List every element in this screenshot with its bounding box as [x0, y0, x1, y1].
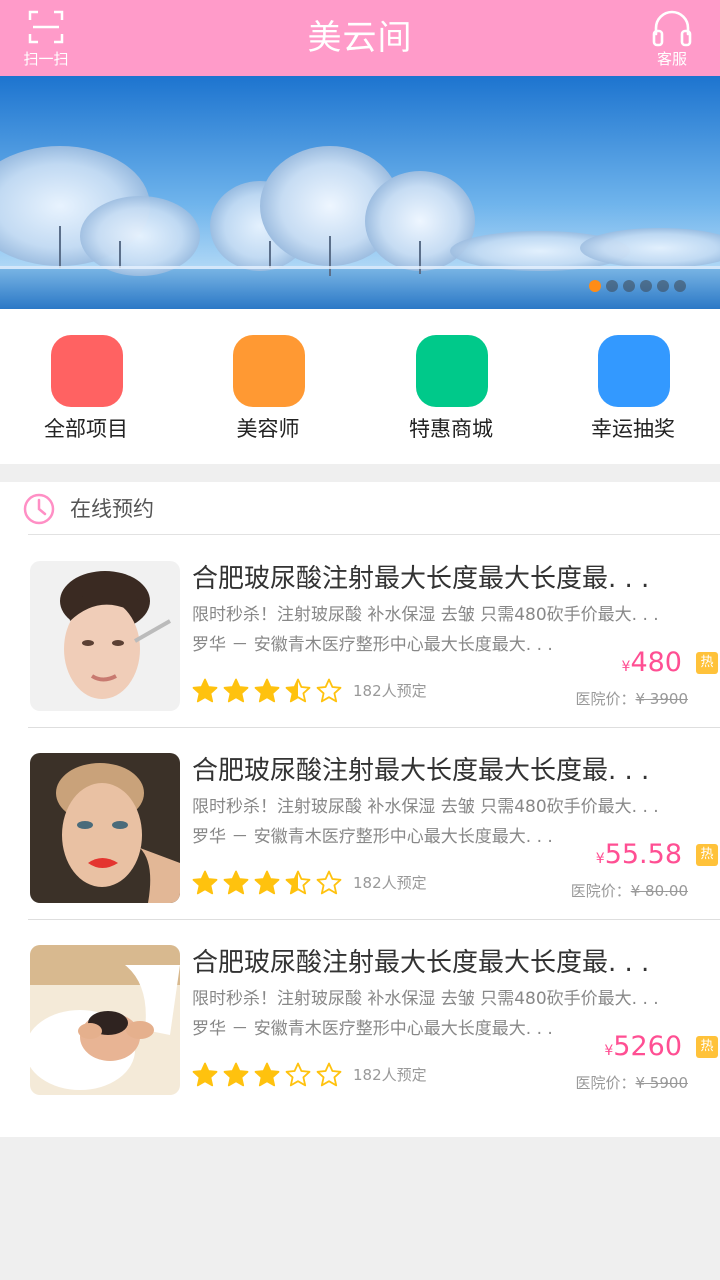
price-value: 5260 — [613, 1031, 682, 1062]
hospital-price-label: 医院价： — [575, 1074, 636, 1092]
beautician-icon — [233, 335, 305, 407]
carousel-dot[interactable] — [674, 280, 686, 292]
star-full-icon — [223, 678, 249, 703]
star-full-icon — [223, 1062, 249, 1087]
section-title: 在线预约 — [70, 497, 154, 521]
item-image — [30, 945, 180, 1095]
item-location: 罗华 － 安徽青木医疗整形中心最大长度最大. . . — [192, 635, 553, 655]
menu-special-mall[interactable]: 特惠商城 — [381, 335, 521, 455]
star-half-icon — [285, 870, 311, 895]
item-title: 合肥玻尿酸注射最大长度最大长度最. . . — [192, 948, 650, 978]
hospital-price-label: 医院价： — [570, 882, 631, 900]
item-price: ¥480 — [622, 646, 682, 684]
banner-carousel[interactable] — [0, 76, 720, 309]
section-header: 在线预约 — [0, 482, 720, 535]
all-projects-icon — [51, 335, 123, 407]
hot-badge: 热 — [696, 1036, 718, 1058]
divider — [28, 534, 720, 535]
item-location: 罗华 － 安徽青木医疗整形中心最大长度最大. . . — [192, 827, 553, 847]
mall-icon — [416, 335, 488, 407]
star-empty-icon — [316, 870, 342, 895]
customer-service-button[interactable]: 客服 — [637, 8, 707, 70]
booked-count: 182人预定 — [353, 1066, 427, 1084]
rating-stars — [192, 678, 342, 706]
item-title: 合肥玻尿酸注射最大长度最大长度最. . . — [192, 756, 650, 786]
list-item[interactable]: 合肥玻尿酸注射最大长度最大长度最. . . 限时秒杀！注射玻尿酸 补水保湿 去皱… — [28, 536, 720, 728]
star-full-icon — [192, 1062, 218, 1087]
menu-all-projects[interactable]: 全部项目 — [16, 335, 156, 455]
star-full-icon — [223, 870, 249, 895]
service-label: 客服 — [656, 50, 687, 68]
menu-label: 幸运抽奖 — [591, 417, 675, 441]
star-empty-icon — [316, 678, 342, 703]
hospital-price-value: ¥ 3900 — [635, 690, 689, 708]
star-empty-icon — [316, 1062, 342, 1087]
price-value: 55.58 — [604, 839, 682, 870]
app-title: 美云间 — [307, 18, 413, 58]
hospital-price-label: 医院价： — [575, 690, 636, 708]
menu-lucky-draw[interactable]: 幸运抽奖 — [563, 335, 703, 455]
booked-count: 182人预定 — [353, 874, 427, 892]
booked-count: 182人预定 — [353, 682, 427, 700]
item-location: 罗华 － 安徽青木医疗整形中心最大长度最大. . . — [192, 1019, 553, 1039]
carousel-indicator — [589, 280, 689, 292]
menu-beauticians[interactable]: 美容师 — [198, 335, 338, 455]
currency-symbol: ¥ — [604, 1043, 614, 1059]
currency-symbol: ¥ — [595, 851, 605, 867]
star-empty-icon — [285, 1062, 311, 1087]
rating-stars — [192, 870, 342, 898]
rating-stars — [192, 1062, 342, 1090]
item-title: 合肥玻尿酸注射最大长度最大长度最. . . — [192, 564, 650, 594]
star-half-icon — [285, 678, 311, 703]
hot-badge: 热 — [696, 844, 718, 866]
star-full-icon — [254, 1062, 280, 1087]
list-item[interactable]: 合肥玻尿酸注射最大长度最大长度最. . . 限时秒杀！注射玻尿酸 补水保湿 去皱… — [28, 728, 720, 920]
carousel-dot[interactable] — [657, 280, 669, 292]
hospital-price-value: ¥ 5900 — [635, 1074, 689, 1092]
hospital-price: 医院价：¥ 5900 — [575, 1072, 688, 1094]
headset-icon — [652, 10, 692, 47]
list-item[interactable]: 合肥玻尿酸注射最大长度最大长度最. . . 限时秒杀！注射玻尿酸 补水保湿 去皱… — [28, 920, 720, 1112]
menu-label: 美容师 — [236, 417, 300, 441]
carousel-dot[interactable] — [623, 280, 635, 292]
star-full-icon — [192, 678, 218, 703]
item-image — [30, 561, 180, 711]
quick-menu: 全部项目 美容师 特惠商城 幸运抽奖 — [0, 309, 720, 464]
hospital-price: 医院价：¥ 80.00 — [571, 880, 688, 902]
item-description: 限时秒杀！注射玻尿酸 补水保湿 去皱 只需480砍手价最大. . . — [192, 989, 659, 1009]
star-full-icon — [254, 870, 280, 895]
menu-label: 特惠商城 — [409, 417, 493, 441]
menu-label: 全部项目 — [44, 417, 128, 441]
online-booking-section: 在线预约 合肥玻尿酸注射最大长度最大长度最. . . 限时秒杀！注射玻尿酸 补水… — [0, 482, 720, 1137]
item-price: ¥5260 — [604, 1030, 682, 1068]
clock-icon — [23, 493, 55, 525]
item-description: 限时秒杀！注射玻尿酸 补水保湿 去皱 只需480砍手价最大. . . — [192, 797, 659, 817]
lucky-draw-icon — [598, 335, 670, 407]
hot-badge: 热 — [696, 652, 718, 674]
item-image — [30, 753, 180, 903]
carousel-dot[interactable] — [589, 280, 601, 292]
top-bar: 扫一扫 美云间 客服 — [0, 0, 720, 76]
carousel-dot[interactable] — [640, 280, 652, 292]
item-description: 限时秒杀！注射玻尿酸 补水保湿 去皱 只需480砍手价最大. . . — [192, 605, 659, 625]
item-price: ¥55.58 — [596, 838, 682, 876]
price-value: 480 — [630, 647, 682, 678]
carousel-dot[interactable] — [606, 280, 618, 292]
hospital-price: 医院价：¥ 3900 — [575, 688, 688, 710]
star-full-icon — [192, 870, 218, 895]
banner-image — [0, 76, 720, 309]
star-full-icon — [254, 678, 280, 703]
hospital-price-value: ¥ 80.00 — [630, 882, 688, 900]
